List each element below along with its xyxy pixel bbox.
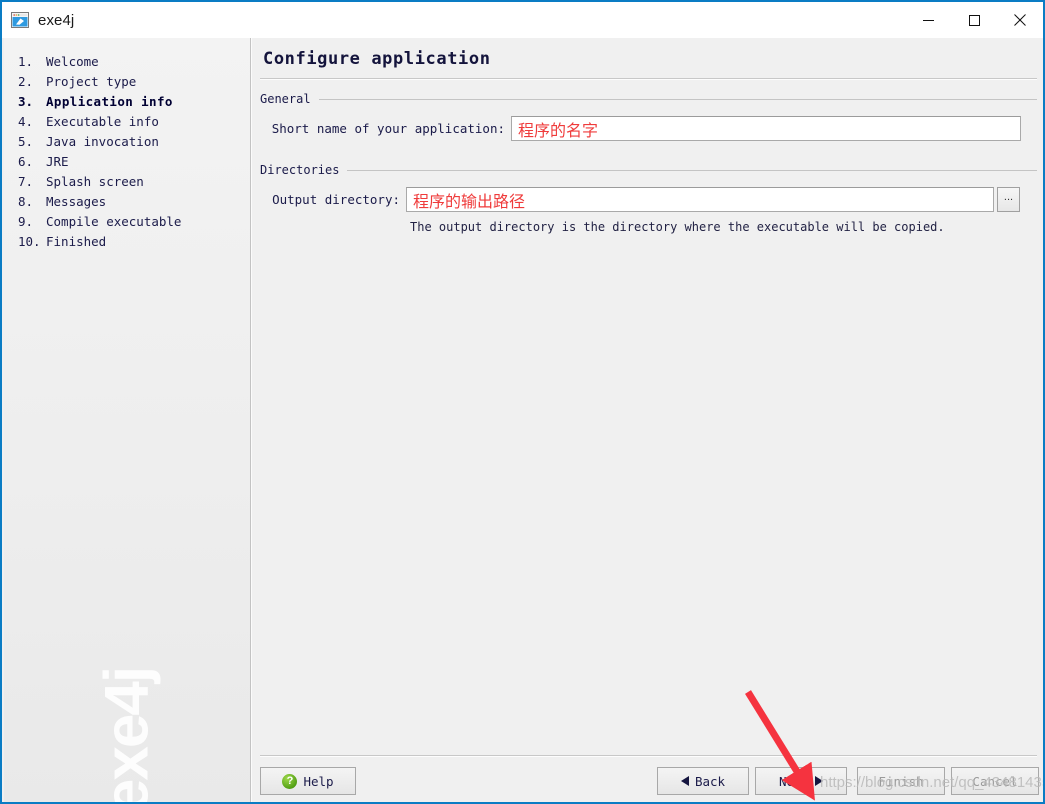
back-button-label: Back bbox=[694, 773, 726, 789]
output-directory-hint: The output directory is the directory wh… bbox=[410, 220, 945, 234]
step-label: Application info bbox=[46, 94, 173, 109]
sidebar-item-project-type[interactable]: 2. Project type bbox=[18, 72, 250, 92]
general-group-header: General bbox=[260, 92, 1037, 106]
directories-group-header: Directories bbox=[260, 163, 1037, 177]
wizard-step-list: 1. Welcome 2. Project type 3. Applicatio… bbox=[18, 52, 250, 252]
output-directory-value: 程序的输出路径 bbox=[413, 191, 526, 211]
sidebar-item-messages[interactable]: 8. Messages bbox=[18, 192, 250, 212]
step-number: 10. bbox=[18, 234, 41, 249]
next-button[interactable]: Next bbox=[755, 767, 847, 795]
window-controls bbox=[905, 2, 1043, 38]
page-title: Configure application bbox=[263, 49, 491, 69]
configure-application-panel: Configure application General Short name… bbox=[252, 38, 1043, 802]
back-button[interactable]: Back bbox=[657, 767, 749, 795]
maximize-button[interactable] bbox=[951, 2, 997, 38]
step-number: 8. bbox=[18, 194, 34, 209]
sidebar-item-java-invocation[interactable]: 5. Java invocation bbox=[18, 132, 250, 152]
directories-group-line bbox=[347, 169, 1037, 171]
sidebar-item-executable-info[interactable]: 4. Executable info bbox=[18, 112, 250, 132]
close-button[interactable] bbox=[997, 2, 1043, 38]
step-label: Compile executable bbox=[46, 214, 182, 229]
sidebar-item-jre[interactable]: 6. JRE bbox=[18, 152, 250, 172]
wizard-step-sidebar: 1. Welcome 2. Project type 3. Applicatio… bbox=[4, 38, 250, 804]
triangle-right-icon bbox=[815, 776, 824, 786]
step-number: 5. bbox=[18, 134, 34, 149]
step-label: Executable info bbox=[46, 114, 159, 129]
directories-group-legend: Directories bbox=[260, 163, 340, 177]
sidebar-item-compile-executable[interactable]: 9. Compile executable bbox=[18, 212, 250, 232]
step-label: Messages bbox=[46, 194, 107, 209]
step-label: Project type bbox=[46, 74, 137, 89]
browse-directory-button[interactable]: ... bbox=[997, 187, 1020, 212]
sidebar-item-finished[interactable]: 10. Finished bbox=[18, 232, 250, 252]
wizard-button-bar: ? Help Back Next Finish Cancel bbox=[260, 766, 1039, 796]
help-question-icon: ? bbox=[282, 773, 298, 789]
cancel-button[interactable]: Cancel bbox=[951, 767, 1039, 795]
directories-group: Directories Output directory: 程序的输出路径 ..… bbox=[260, 163, 1037, 234]
finish-button[interactable]: Finish bbox=[857, 767, 945, 795]
title-bar: exe4j bbox=[2, 2, 1043, 38]
help-button[interactable]: ? Help bbox=[260, 767, 356, 795]
sidebar-item-welcome[interactable]: 1. Welcome bbox=[18, 52, 250, 72]
general-group: General Short name of your application: … bbox=[260, 92, 1037, 141]
short-name-label: Short name of your application: bbox=[271, 121, 505, 136]
exe4j-app-icon bbox=[11, 12, 29, 28]
terminal-buttons: Finish Cancel bbox=[857, 767, 1039, 795]
step-label: JRE bbox=[46, 154, 69, 169]
step-number: 9. bbox=[18, 214, 34, 229]
step-number: 6. bbox=[18, 154, 34, 169]
step-number: 7. bbox=[18, 174, 34, 189]
sidebar-item-application-info[interactable]: 3. Application info bbox=[18, 92, 250, 112]
cancel-button-label: Cancel bbox=[972, 773, 1018, 789]
step-label: Java invocation bbox=[46, 134, 159, 149]
window-title: exe4j bbox=[38, 11, 75, 29]
minimize-button[interactable] bbox=[905, 2, 951, 38]
short-name-row: Short name of your application: 程序的名字 bbox=[260, 116, 1037, 141]
output-directory-label: Output directory: bbox=[272, 192, 400, 207]
step-label: Splash screen bbox=[46, 174, 144, 189]
help-button-label: Help bbox=[303, 773, 334, 789]
step-number: 2. bbox=[18, 74, 34, 89]
step-label: Welcome bbox=[46, 54, 99, 69]
triangle-left-icon bbox=[680, 776, 689, 786]
general-group-line bbox=[318, 98, 1037, 100]
navigation-buttons: Back Next bbox=[657, 767, 847, 795]
exe4j-wizard-window: exe4j 1. Welcome 2. Project type 3. Appl… bbox=[0, 0, 1045, 804]
sidebar-item-splash-screen[interactable]: 7. Splash screen bbox=[18, 172, 250, 192]
footer-divider-highlight bbox=[260, 756, 1037, 757]
title-divider-highlight bbox=[260, 79, 1037, 80]
step-number: 1. bbox=[18, 54, 34, 69]
next-button-label: Next bbox=[778, 773, 810, 789]
finish-button-label: Finish bbox=[878, 773, 924, 789]
step-label: Finished bbox=[46, 234, 107, 249]
step-number: 4. bbox=[18, 114, 34, 129]
output-directory-input[interactable]: 程序的输出路径 bbox=[406, 187, 994, 212]
general-group-legend: General bbox=[260, 92, 311, 106]
short-name-value: 程序的名字 bbox=[518, 120, 599, 140]
short-name-input[interactable]: 程序的名字 bbox=[511, 116, 1021, 141]
step-number: 3. bbox=[18, 94, 34, 109]
exe4j-brand-watermark: exe4j bbox=[92, 667, 162, 804]
output-directory-row: Output directory: 程序的输出路径 ... bbox=[260, 187, 1037, 212]
